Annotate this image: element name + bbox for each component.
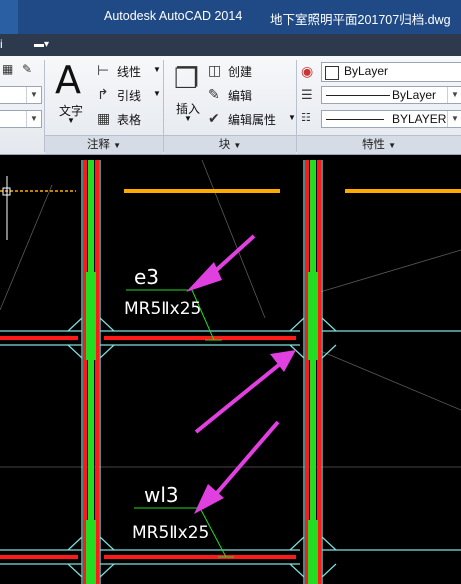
- layer-combo-clipped-2[interactable]: ▼: [0, 110, 42, 128]
- color-wheel-icon[interactable]: ◉: [301, 63, 313, 80]
- edit-attributes-label: 编辑属性: [228, 113, 277, 127]
- chevron-down-icon: ▼: [26, 87, 41, 103]
- chevron-down-icon: ▼: [447, 87, 461, 103]
- color-combo[interactable]: ByLayer: [321, 62, 461, 82]
- text-a-icon: A: [55, 58, 81, 102]
- chevron-down-icon: ▼: [447, 111, 461, 127]
- create-block-label: 创建: [228, 65, 253, 79]
- create-block-icon: ◫: [208, 62, 222, 78]
- linetype-combo-value: ByLayer: [392, 88, 437, 102]
- chevron-down-icon: ▼: [26, 111, 41, 127]
- title-bar-left-edge: [0, 0, 18, 34]
- ribbon-group-properties: ◉ ByLayer ☰ ByLayer ▼ ☷ BYLAYER ▼ 特性 ▼: [297, 56, 461, 154]
- canvas-background: [0, 155, 461, 584]
- document-title: 地下室照明平面201707归档.dwg: [270, 13, 451, 27]
- layer-match-icon[interactable]: ✎: [22, 62, 32, 76]
- edit-block-label: 编辑: [228, 89, 253, 103]
- chevron-down-icon: ▼: [153, 65, 161, 74]
- leader-button[interactable]: ↱ 引线 ▼: [97, 86, 161, 104]
- leader-label: 引线: [117, 89, 142, 103]
- linetype-preview: [326, 95, 390, 96]
- ribbon-group-layers-clipped: ▦ ✎ ▼ ▼: [0, 56, 44, 154]
- layer-combo-clipped[interactable]: ▼: [0, 86, 42, 104]
- app-title: Autodesk AutoCAD 2014: [104, 9, 243, 23]
- leader-icon: ↱: [97, 86, 109, 102]
- linetype-combo[interactable]: ByLayer ▼: [321, 86, 461, 104]
- linear-dimension-button[interactable]: ⊢ 线性 ▼: [97, 62, 161, 80]
- color-swatch: [325, 66, 339, 80]
- menu-item-fragment[interactable]: i: [0, 37, 3, 51]
- properties-group-title[interactable]: 特性 ▼: [297, 135, 461, 154]
- ribbon-group-block: ❐ 插入 ▼ ◫ 创建 ✎ 编辑 ✔ 编辑属性 ▼ 块 ▼: [164, 56, 296, 154]
- text-tool-button[interactable]: A 文字 ▼: [51, 58, 89, 128]
- table-label: 表格: [117, 113, 142, 127]
- block-group-title-text: 块: [218, 139, 231, 151]
- lineweight-combo[interactable]: BYLAYER ▼: [321, 110, 461, 128]
- linear-dimension-icon: ⊢: [97, 62, 110, 78]
- green-column: [308, 272, 318, 360]
- ribbon-group-annotation: A 文字 ▼ ⊢ 线性 ▼ ↱ 引线 ▼ ▦ 表格 注释 ▼: [45, 56, 163, 154]
- color-combo-value: ByLayer: [344, 64, 389, 78]
- label-wl3[interactable]: wl3: [144, 483, 179, 507]
- edit-block-button[interactable]: ✎ 编辑: [208, 86, 294, 104]
- edit-attributes-icon: ✔: [208, 110, 220, 126]
- chevron-down-icon: ▼: [288, 113, 296, 122]
- properties-group-title-text: 特性: [361, 139, 385, 151]
- title-bar: Autodesk AutoCAD 2014 地下室照明平面201707归档.dw…: [0, 0, 461, 34]
- linear-dimension-label: 线性: [117, 65, 142, 79]
- insert-block-button[interactable]: ❐ 插入 ▼: [168, 58, 208, 128]
- label-e3-spec[interactable]: MR5Ⅱx25: [124, 299, 201, 319]
- lineweight-preview: [326, 119, 384, 120]
- lineweight-combo-value: BYLAYER: [392, 112, 447, 126]
- lineweight-icon[interactable]: ☷: [301, 111, 311, 124]
- label-e3[interactable]: e3: [134, 265, 159, 289]
- ribbon: ▦ ✎ ▼ ▼ A 文字 ▼ ⊢ 线性 ▼ ↱ 引线 ▼ ▦ 表格 注释 ▼ ❐: [0, 56, 461, 155]
- chevron-down-icon: ▼: [184, 114, 192, 123]
- green-column: [308, 520, 318, 584]
- table-button[interactable]: ▦ 表格: [97, 110, 161, 128]
- chevron-down-icon: ▼: [67, 116, 75, 125]
- chevron-down-icon: ▼: [233, 141, 242, 150]
- create-block-button[interactable]: ◫ 创建: [208, 62, 294, 80]
- linetype-icon[interactable]: ☰: [301, 87, 313, 103]
- insert-block-icon: ❐: [174, 63, 200, 94]
- annotation-group-title-text: 注释: [86, 139, 110, 151]
- layer-state-icon[interactable]: ▦: [2, 62, 13, 76]
- green-column: [86, 272, 96, 360]
- chevron-down-icon: ▼: [113, 141, 122, 150]
- workspace-dropdown-icon[interactable]: ▬▾: [34, 39, 58, 51]
- menu-bar: i ▬▾: [0, 34, 461, 56]
- chevron-down-icon: ▼: [388, 141, 397, 150]
- label-wl3-spec[interactable]: MR5Ⅱx25: [132, 523, 209, 543]
- green-column: [86, 520, 96, 584]
- drawing-canvas[interactable]: e3 MR5Ⅱx25 wl3 MR5Ⅱx25: [0, 155, 461, 584]
- table-icon: ▦: [97, 110, 111, 126]
- edit-attributes-button[interactable]: ✔ 编辑属性 ▼: [208, 110, 296, 128]
- edit-block-icon: ✎: [208, 86, 220, 102]
- block-group-title[interactable]: 块 ▼: [164, 135, 296, 154]
- annotation-group-title[interactable]: 注释 ▼: [45, 135, 163, 154]
- chevron-down-icon: ▼: [153, 89, 161, 98]
